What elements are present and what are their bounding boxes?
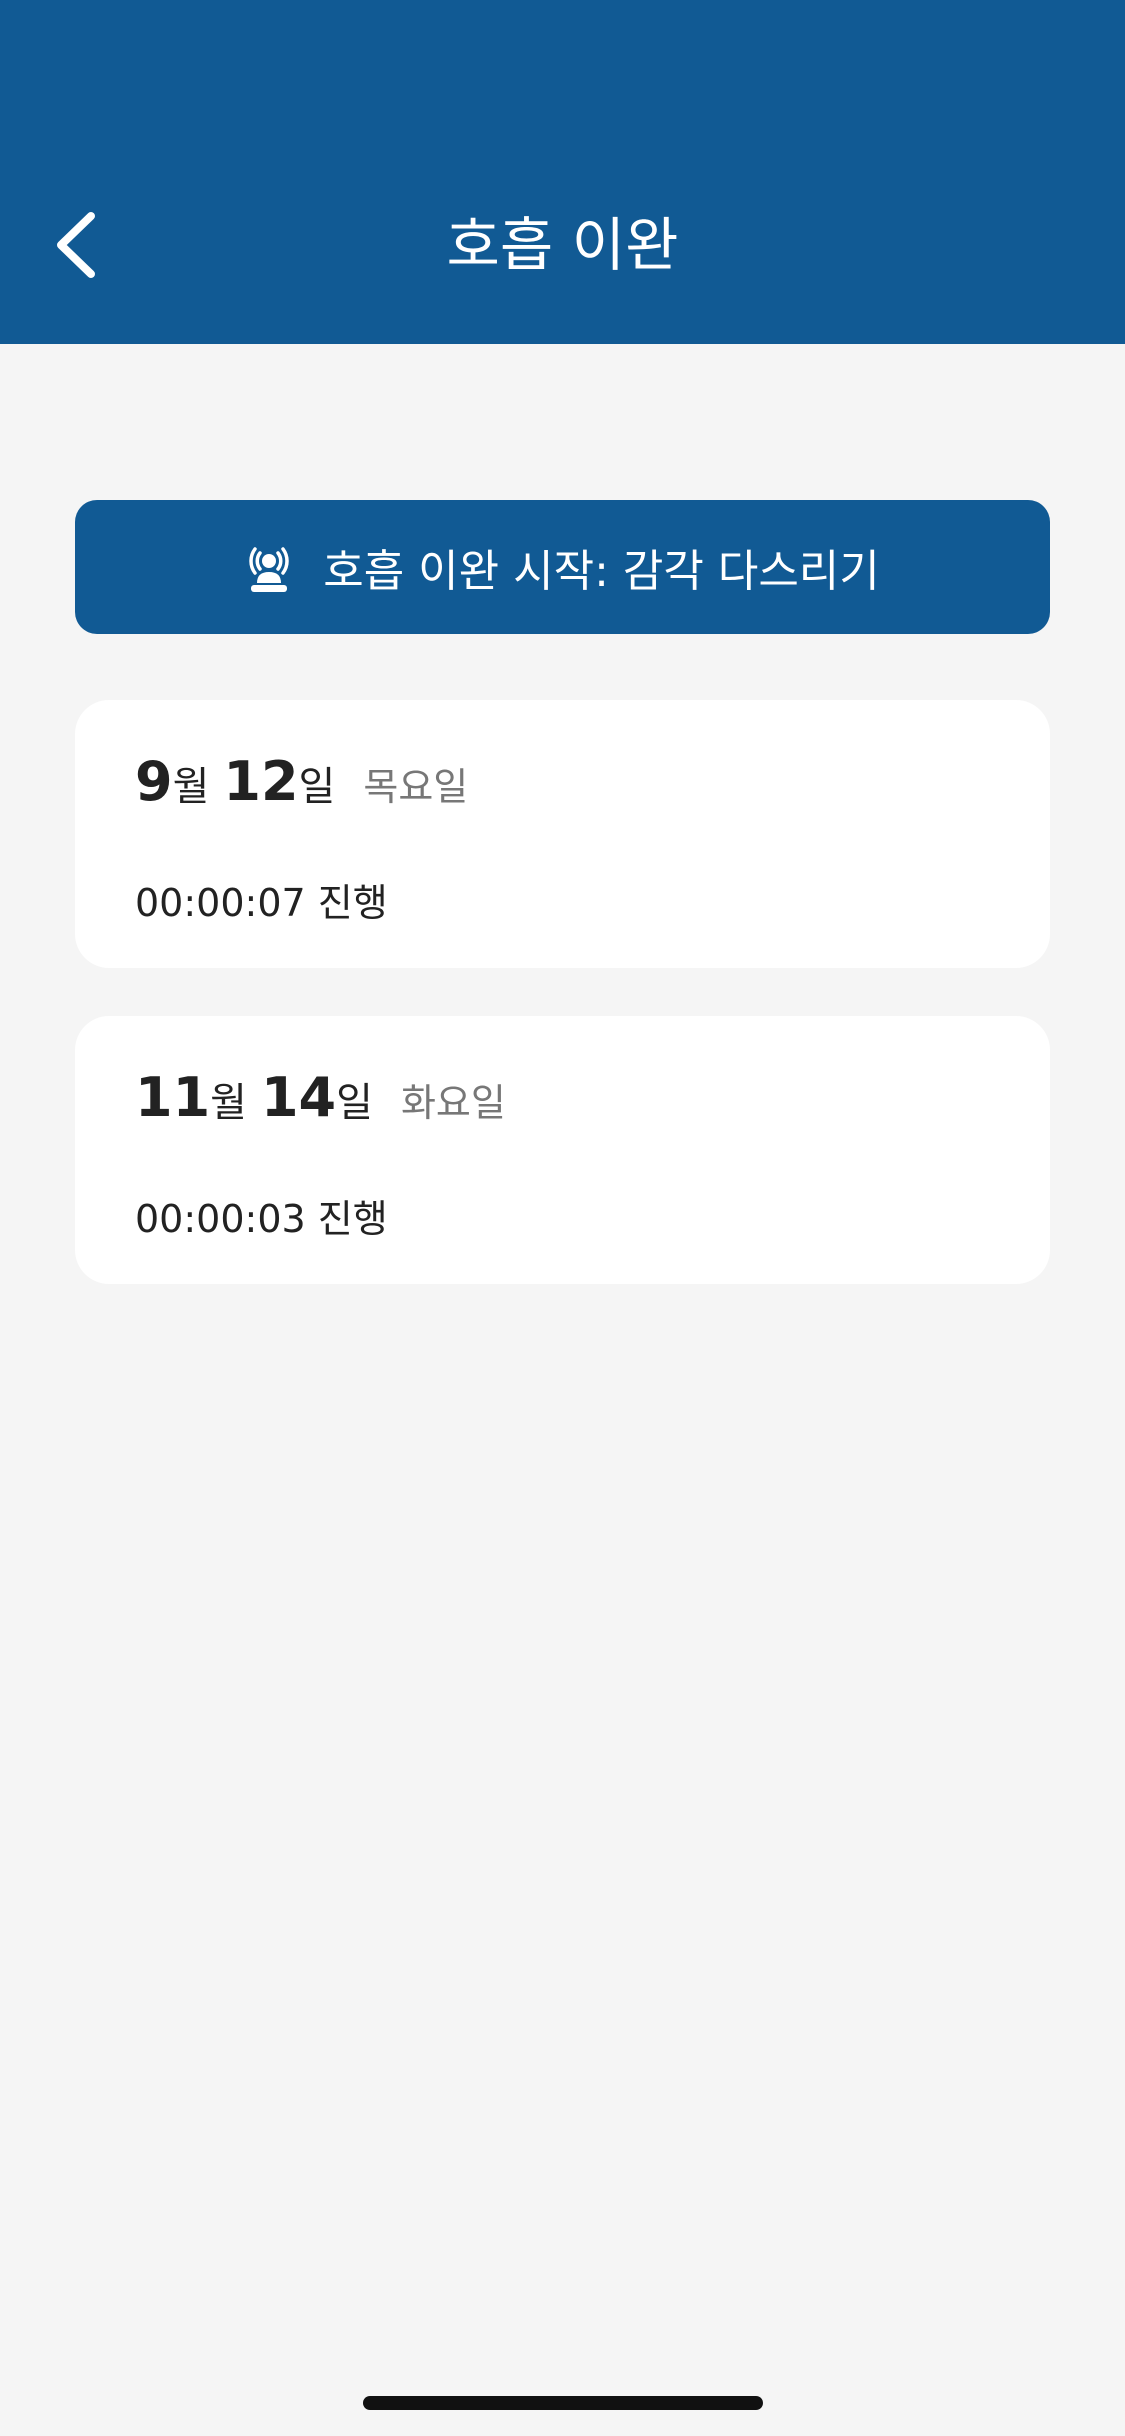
month-unit: 월 [210,1080,247,1126]
session-day: 12 [223,750,299,813]
session-weekday: 화요일 [400,1081,506,1125]
meditation-person-icon [245,539,293,595]
app-header: 호흡 이완 [0,0,1125,344]
session-month: 11 [135,1066,211,1129]
session-card[interactable]: 9 월 12 일 목요일 00:00:07 진행 [75,700,1050,968]
session-day: 14 [260,1066,337,1129]
start-button-label: 호흡 이완 시작: 감각 다스리기 [323,546,880,597]
session-date: 9 월 12 일 목요일 [135,750,468,813]
start-relaxation-button[interactable]: 호흡 이완 시작: 감각 다스리기 [75,500,1050,634]
day-unit: 일 [298,764,336,810]
session-card[interactable]: 11 월 14 일 화요일 00:00:03 진행 [75,1016,1050,1284]
session-month: 9 [135,750,173,813]
session-date: 11 월 14 일 화요일 [135,1066,506,1129]
day-unit: 일 [336,1080,373,1126]
page-title: 호흡 이완 [446,211,679,279]
session-weekday: 목요일 [363,765,469,809]
month-unit: 월 [172,764,210,810]
home-indicator [363,2396,763,2410]
session-duration: 00:00:03 진행 [135,1197,388,1241]
session-duration: 00:00:07 진행 [135,881,388,925]
